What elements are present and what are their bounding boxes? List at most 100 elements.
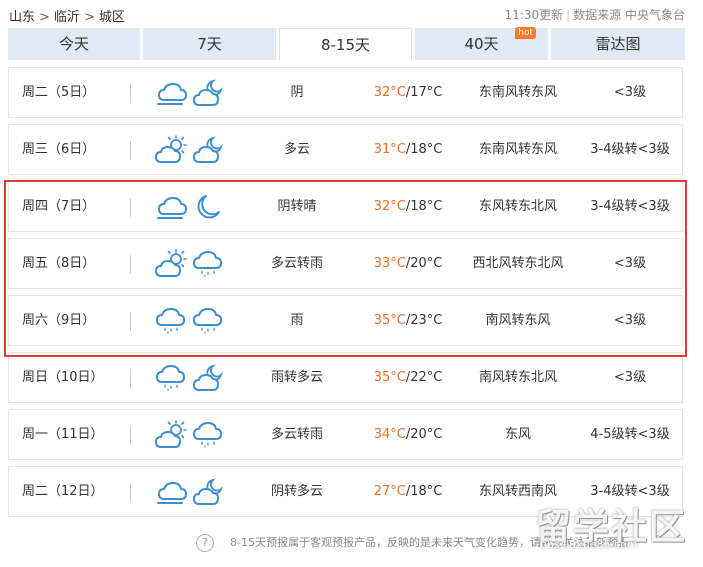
row-day: 周四（7日） [22,199,96,214]
moon-icon [191,192,225,222]
row-divider [130,84,131,103]
row-divider [130,255,131,274]
breadcrumb-city[interactable]: 临沂 [54,10,80,25]
temp-low: /18°C [405,484,443,499]
row-temperature: 33°C/20°C [369,239,447,288]
rain-icon [191,306,225,336]
cloudy-icon [154,78,188,108]
row-temperature: 32°C/17°C [369,68,447,117]
cloudy-icon [154,477,188,507]
tab-label: 40天 [464,35,499,53]
forecast-row: 周六（9日） 雨 35°C/23°C 南风转东风 <3级 [8,295,683,346]
rain-icon [154,363,188,393]
temp-high: 32°C [373,85,406,100]
row-day: 周一（11日） [22,427,104,442]
temp-high: 35°C [373,370,406,385]
rain-icon [154,306,188,336]
tab-label: 7天 [197,35,222,53]
tab-today[interactable]: 今天 [8,28,140,60]
row-wind-level: <3级 [613,313,647,328]
row-divider [130,312,131,331]
row-wind: 西北风转东北风 [472,256,564,271]
row-wind-level: 4-5级转<3级 [590,427,670,442]
partly-cloudy-night-icon [191,477,225,507]
rain-icon [191,249,225,279]
forecast-row: 周四（7日） 阴转晴 32°C/18°C 东风转东北风 3-4级转<3级 [8,181,683,232]
row-wind-level: 3-4级转<3级 [590,199,670,214]
row-divider [130,426,131,445]
temp-high: 35°C [373,313,406,328]
row-condition: 雨转多云 [270,370,323,385]
row-temperature: 34°C/20°C [369,410,447,459]
row-temperature: 27°C/18°C [369,467,447,516]
partly-cloudy-night-icon [191,363,225,393]
update-info: 11:30更新 | 数据来源 中央气象台 [504,8,685,22]
partly-cloudy-day-icon [154,420,188,450]
tab-label: 今天 [58,35,89,53]
forecast-row: 周二（5日） 阴 32°C/17°C 东南风转东风 <3级 [8,67,683,118]
row-wind: 东风转东北风 [478,199,557,214]
row-wind: 东南风转东风 [478,85,557,100]
rain-icon [191,420,225,450]
temp-low: /23°C [405,313,443,328]
row-condition: 阴转多云 [270,484,323,499]
update-time: 11:30更新 [504,8,564,22]
row-temperature: 32°C/18°C [369,182,447,231]
breadcrumb: 山东 > 临沂 > 城区 [9,6,125,25]
temp-low: /22°C [405,370,443,385]
temp-high: 27°C [373,484,406,499]
row-wind: 东风 [504,427,531,442]
top-bar: 山东 > 临沂 > 城区 11:30更新 | 数据来源 中央气象台 [0,0,703,28]
temp-low: /18°C [405,142,443,157]
forecast-tabs: 今天 7天 8-15天 40天 hot 雷达图 [8,27,685,60]
tab-7-days[interactable]: 7天 [143,28,276,60]
temp-high: 31°C [373,142,406,157]
forecast-row: 周三（6日） 多云 31°C/18°C 东南风转东风 3-4级转<3级 [8,124,683,175]
temp-high: 33°C [373,256,406,271]
help-icon[interactable]: ? [196,534,214,552]
row-wind-level: <3级 [613,85,647,100]
row-wind: 南风转东北风 [478,370,557,385]
forecast-row: 周日（10日） 雨转多云 35°C/22°C 南风转东北风 <3级 [8,352,683,403]
row-temperature: 35°C/23°C [369,296,447,345]
tab-8-15-days[interactable]: 8-15天 [279,28,412,60]
breadcrumb-province[interactable]: 山东 [9,10,35,25]
partly-cloudy-day-icon [154,249,188,279]
partly-cloudy-night-icon [191,78,225,108]
row-divider [130,483,131,502]
temp-low: /17°C [405,85,443,100]
temp-low: /20°C [405,427,443,442]
row-condition: 多云转雨 [270,427,323,442]
temp-high: 34°C [373,427,406,442]
temp-high: 32°C [373,199,406,214]
row-condition: 雨 [290,313,304,328]
row-day: 周六（9日） [22,313,96,328]
row-temperature: 35°C/22°C [369,353,447,402]
partly-cloudy-day-icon [154,135,188,165]
row-wind: 南风转东风 [485,313,551,328]
tab-label: 8-15天 [320,36,371,54]
tab-40-days[interactable]: 40天 hot [415,27,548,60]
temp-low: /18°C [405,199,443,214]
forecast-row: 周五（8日） 多云转雨 33°C/20°C 西北风转东北风 <3级 [8,238,683,289]
watermark-url: bbs.liuxue86.com [540,538,638,551]
cloudy-icon [154,192,188,222]
temp-low: /20°C [405,256,443,271]
row-wind-level: <3级 [613,370,647,385]
hot-badge: hot [515,27,536,39]
row-condition: 多云 [283,142,310,157]
row-day: 周日（10日） [22,370,104,385]
breadcrumb-district: 城区 [98,10,125,25]
row-wind: 东南风转东风 [478,142,557,157]
partly-cloudy-night-icon [191,135,225,165]
forecast-row: 周一（11日） 多云转雨 34°C/20°C 东风 4-5级转<3级 [8,409,683,460]
breadcrumb-separator: > [83,10,95,25]
row-condition: 多云转雨 [270,256,323,271]
data-source: 数据来源 中央气象台 [573,8,685,22]
row-divider [130,198,131,217]
row-wind-level: <3级 [613,256,647,271]
breadcrumb-separator: > [39,10,50,25]
tab-label: 雷达图 [595,35,641,53]
row-condition: 阴转晴 [277,199,317,214]
tab-radar[interactable]: 雷达图 [551,28,685,60]
